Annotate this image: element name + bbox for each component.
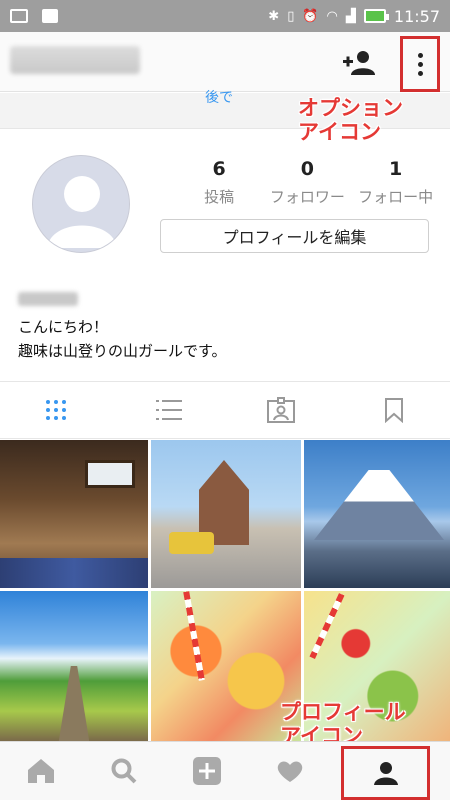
bio-line: 趣味は山登りの山ガールです。	[18, 342, 227, 360]
following-stat[interactable]: 1 フォロー中	[351, 158, 439, 207]
list-icon	[155, 400, 182, 420]
posts-stat[interactable]: 6 投稿	[175, 158, 263, 207]
photo-thumbnail[interactable]	[0, 591, 148, 741]
alarm-icon: ⏰	[302, 8, 319, 24]
image-icon	[10, 9, 28, 23]
options-icon-callout: オプション アイコン	[298, 96, 403, 144]
following-label: フォロー中	[358, 188, 434, 206]
username-blurred	[10, 46, 140, 74]
photo-thumbnail[interactable]	[304, 440, 450, 588]
nav-profile[interactable]	[341, 746, 430, 800]
add-user-icon[interactable]	[341, 48, 377, 76]
bottom-nav	[0, 741, 450, 800]
tab-tagged[interactable]	[225, 382, 338, 438]
vibrate-icon: ▯	[287, 8, 295, 24]
photo-thumbnail[interactable]	[0, 440, 148, 588]
nav-activity[interactable]	[248, 742, 331, 800]
default-avatar-icon	[47, 176, 117, 248]
bookmark-icon	[384, 398, 403, 423]
grid-icon	[46, 400, 67, 420]
add-post-icon	[192, 757, 221, 785]
heart-icon	[277, 761, 303, 782]
banner-later-link[interactable]: 後で	[205, 87, 233, 107]
profile-header	[0, 32, 450, 92]
posts-label: 投稿	[204, 188, 235, 206]
photo-thumbnail[interactable]	[151, 440, 301, 588]
photo-thumbnail[interactable]	[151, 591, 301, 741]
tab-saved[interactable]	[338, 382, 450, 438]
bluetooth-icon: ✱	[268, 8, 280, 24]
bag-icon	[42, 9, 58, 23]
tab-list-view[interactable]	[113, 382, 226, 438]
search-icon	[111, 758, 137, 784]
tagged-person-icon	[267, 397, 296, 423]
following-count: 1	[388, 158, 403, 180]
followers-label: フォロワー	[269, 188, 345, 206]
status-time: 11:57	[393, 6, 440, 26]
nav-search[interactable]	[83, 742, 166, 800]
nav-add-post[interactable]	[166, 742, 249, 800]
signal-icon: ▟	[345, 8, 356, 24]
full-name-blurred	[18, 292, 78, 306]
tab-grid-view[interactable]	[0, 382, 113, 438]
followers-count: 0	[300, 158, 314, 180]
home-icon	[28, 759, 55, 783]
view-tabs	[0, 381, 450, 439]
bio-line: こんにちわ！	[18, 318, 109, 336]
followers-stat[interactable]: 0 フォロワー	[263, 158, 351, 207]
nav-home[interactable]	[0, 742, 83, 800]
avatar[interactable]	[32, 155, 130, 253]
more-vertical-icon	[417, 52, 423, 58]
profile-stats: 6 投稿 0 フォロワー 1 フォロー中	[175, 158, 440, 207]
wifi-icon: ◠	[326, 8, 338, 24]
options-button[interactable]	[400, 36, 440, 92]
battery-charging-icon	[363, 9, 389, 23]
profile-icon	[373, 762, 398, 785]
edit-profile-button[interactable]: プロフィールを編集	[160, 219, 429, 253]
status-bar: ✱ ▯ ⏰ ◠ ▟ 11:57	[0, 0, 450, 32]
photo-grid	[0, 440, 450, 741]
bio: こんにちわ！ 趣味は山登りの山ガールです。	[18, 315, 227, 363]
posts-count: 6	[212, 158, 226, 180]
